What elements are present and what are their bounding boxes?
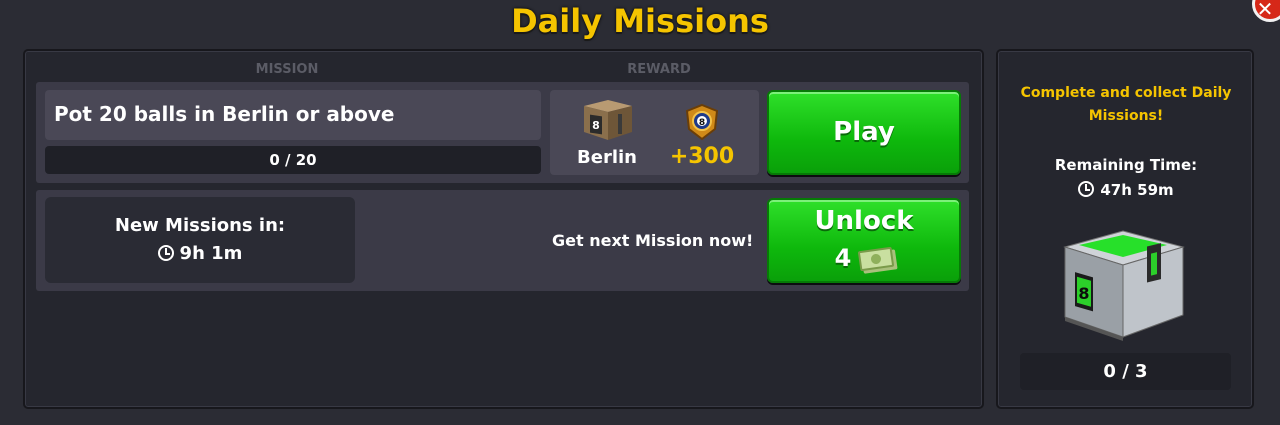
remaining-time-label: Remaining Time: [1054, 156, 1198, 174]
berlin-box-icon: 8 [584, 100, 632, 140]
new-missions-time: 9h 1m [179, 243, 243, 264]
clock-icon [1078, 181, 1095, 197]
new-missions-countdown: 9h 1m [45, 243, 355, 264]
page-title: Daily Missions [511, 2, 769, 40]
play-button[interactable]: Play [767, 90, 961, 175]
cash-icon [858, 246, 895, 272]
svg-text:8: 8 [592, 119, 600, 132]
mission-text: Pot 20 balls in Berlin or above [54, 102, 395, 126]
close-button[interactable]: ✕ [1252, 0, 1280, 22]
missions-completed-text: 0 / 3 [1103, 361, 1148, 382]
unlock-label: Unlock [814, 206, 914, 236]
new-missions-label: New Missions in: [114, 215, 286, 236]
mission-progress-bar: 0 / 20 [45, 146, 541, 174]
new-missions-timer-box: New Missions in: 9h 1m [45, 197, 355, 283]
unlock-button[interactable]: Unlock 4 [767, 198, 961, 283]
mission-progress-text: 0 / 20 [269, 151, 317, 169]
missions-completed-counter: 0 / 3 [1020, 353, 1231, 390]
side-heading: Complete and collect Daily Missions! [1020, 85, 1232, 124]
remaining-time: 47h 59m [1012, 181, 1240, 199]
unlock-cost-value: 4 [834, 244, 852, 272]
clock-icon [157, 245, 174, 261]
close-icon: ✕ [1256, 0, 1274, 21]
get-next-mission-label: Get next Mission now! [552, 231, 754, 250]
svg-text:8: 8 [699, 118, 705, 128]
reward-points: +300 [669, 144, 735, 169]
svg-text:8: 8 [1078, 284, 1089, 303]
badge-8-icon: 8 [685, 103, 719, 141]
reward-box-icon: 8 [1063, 230, 1185, 341]
reward-location: Berlin [577, 147, 637, 168]
column-header-mission: MISSION [255, 62, 319, 77]
remaining-time-value: 47h 59m [1100, 181, 1174, 199]
unlock-cost: 4 [769, 244, 959, 272]
column-header-reward: REWARD [627, 62, 691, 77]
